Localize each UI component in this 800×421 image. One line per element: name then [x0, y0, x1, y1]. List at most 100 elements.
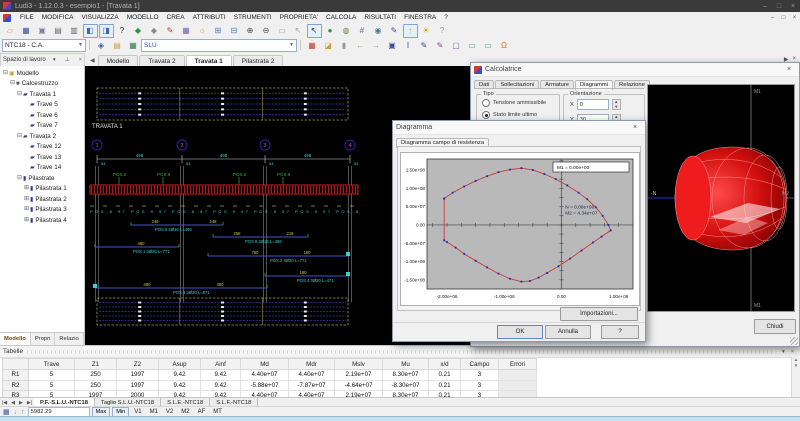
copy-icon[interactable]: ▣: [35, 24, 50, 38]
result-mt-button[interactable]: MT: [210, 409, 225, 415]
x-orientation-field[interactable]: 0: [577, 99, 609, 110]
globe-icon[interactable]: ◉: [371, 24, 386, 38]
tree-item-trave-5[interactable]: ▰Trave 5: [0, 100, 84, 111]
resize-grip[interactable]: [790, 337, 798, 345]
column-gray-icon[interactable]: ▮: [337, 38, 352, 52]
column-header-trave[interactable]: Trave: [29, 359, 75, 370]
menu-risultati[interactable]: RISULTATI: [360, 14, 400, 21]
menu-calcola[interactable]: CALCOLA: [322, 14, 360, 21]
help-button[interactable]: ?: [601, 325, 639, 339]
column-header-x-d[interactable]: x/d: [429, 359, 461, 370]
menu-item[interactable]: ?: [440, 14, 452, 21]
sphere-pattern-icon[interactable]: ◍: [339, 24, 354, 38]
pin-icon[interactable]: ⊥: [63, 57, 72, 63]
diagramma-title-bar[interactable]: Diagramma ×: [393, 121, 645, 135]
column-header-z2[interactable]: Z2: [117, 359, 159, 370]
tree-toggle-icon[interactable]: ⊞: [23, 185, 30, 192]
grid-icon[interactable]: #: [355, 24, 370, 38]
zoom-out-icon[interactable]: ⊖: [259, 24, 274, 38]
column-header-z1[interactable]: Z1: [75, 359, 117, 370]
frame-cyan-icon[interactable]: ▭: [465, 38, 480, 52]
menu-visualizza[interactable]: VISUALIZZA: [78, 14, 123, 21]
column-header-mslv[interactable]: Mslv: [335, 359, 383, 370]
restore-button[interactable]: □: [772, 3, 786, 10]
tree-item-pilastrata-1[interactable]: ⊞▮Pilastrata 1: [0, 184, 84, 195]
mdi-restore-button[interactable]: □: [778, 15, 789, 21]
doc-tab-travata-2[interactable]: Travata 2: [139, 55, 184, 66]
tree-toggle-icon[interactable]: ⊞: [23, 196, 30, 203]
x-spinner[interactable]: ▲▼: [612, 99, 621, 110]
tree-item-modello[interactable]: ⊟▣Modello: [0, 68, 84, 79]
lamp-yellow-icon[interactable]: ☀: [419, 24, 434, 38]
tree-item-travata-1[interactable]: ⊟▰Travata 1: [0, 89, 84, 100]
limit-high-icon[interactable]: ↑: [21, 409, 25, 416]
sheet-nav-icon[interactable]: ◀: [9, 400, 17, 406]
sidebar-tab-relazio[interactable]: Relazio: [55, 333, 83, 345]
close-button[interactable]: ×: [786, 3, 800, 10]
tree-item-trave-12[interactable]: ▰Trave 12: [0, 142, 84, 153]
tree-item-pilastrata-2[interactable]: ⊞▮Pilastrata 2: [0, 194, 84, 205]
print-preview-icon[interactable]: ▥: [67, 24, 82, 38]
frame-cyan-2-icon[interactable]: ▭: [481, 38, 496, 52]
menu-modifica[interactable]: MODIFICA: [38, 14, 78, 21]
pen-purple-icon[interactable]: ✎: [433, 38, 448, 52]
report-table-icon[interactable]: ▦: [126, 38, 141, 52]
column-header-errori[interactable]: Errori: [499, 359, 537, 370]
print-icon[interactable]: ▤: [51, 24, 66, 38]
chevron-down-icon[interactable]: ▾: [51, 57, 58, 63]
menu-modello[interactable]: MODELLO: [123, 14, 163, 21]
notes-icon[interactable]: ▤: [110, 38, 125, 52]
norm-combobox[interactable]: NTC18 - C.A. ▼: [2, 39, 86, 52]
tree-item-pilastrate[interactable]: ⊟▮Pilastrate: [0, 173, 84, 184]
radio-stato-limite-ultimo[interactable]: Stato limite ultimo: [482, 111, 556, 119]
box-blue-icon[interactable]: ▣: [385, 38, 400, 52]
omega-icon[interactable]: Ω: [497, 38, 512, 52]
pane-right-icon[interactable]: ◨: [99, 24, 114, 38]
lamp-icon[interactable]: ☼: [195, 24, 210, 38]
help-select-icon[interactable]: ?: [115, 24, 130, 38]
select-cursor-icon[interactable]: ↖: [307, 24, 322, 38]
remove-node-icon[interactable]: ⊟: [227, 24, 242, 38]
cursor-ibeam-icon[interactable]: I: [401, 38, 416, 52]
table-scrollbar[interactable]: ▲▼: [791, 357, 800, 398]
tree-toggle-icon[interactable]: ⊟: [16, 133, 23, 140]
check-table-icon[interactable]: ▦: [305, 38, 320, 52]
radio-tensione-ammissibile[interactable]: Tensione ammissibile: [482, 99, 556, 107]
close-icon[interactable]: ×: [628, 124, 642, 131]
sphere-green-icon[interactable]: ●: [323, 24, 338, 38]
result-af-button[interactable]: AF: [195, 409, 209, 415]
zoom-in-icon[interactable]: ⊕: [243, 24, 258, 38]
tree-item-trave-13[interactable]: ▰Trave 13: [0, 152, 84, 163]
tree-toggle-icon[interactable]: ⊞: [23, 206, 30, 213]
result-m1-button[interactable]: M1: [147, 409, 161, 415]
tab-scroll-left-icon[interactable]: ◀: [85, 57, 98, 66]
close-icon[interactable]: ×: [782, 66, 796, 73]
menu-file[interactable]: FILE: [16, 14, 38, 21]
tree-toggle-icon[interactable]: ⊟: [16, 91, 23, 98]
tree-toggle-icon[interactable]: ⊟: [9, 80, 16, 87]
results-table[interactable]: TraveZ1Z2AsupAinfMdMdrMslvMux/dCampoErro…: [2, 358, 537, 402]
limit-low-icon[interactable]: ↓: [14, 409, 18, 416]
menu-attributi[interactable]: ATTRIBUTI: [189, 14, 230, 21]
close-icon[interactable]: ×: [788, 349, 797, 355]
column-header-campo[interactable]: Campo: [461, 359, 499, 370]
close-icon[interactable]: ×: [77, 57, 84, 63]
wind-left-icon[interactable]: ←: [353, 38, 368, 52]
result-v1-button[interactable]: V1: [131, 409, 144, 415]
load-case-combobox[interactable]: SLU ▼: [141, 39, 297, 52]
section-table-icon[interactable]: ▦: [179, 24, 194, 38]
ok-button[interactable]: OK: [497, 325, 543, 339]
tree-item-calcestruzzo[interactable]: ⊟■Calcestruzzo: [0, 79, 84, 90]
open-folder-icon[interactable]: ▱: [3, 24, 18, 38]
sheet-nav-icon[interactable]: ▶: [17, 400, 25, 406]
mdi-minimize-button[interactable]: –: [767, 15, 778, 21]
column-header-mu[interactable]: Mu: [383, 359, 429, 370]
wind-right-icon[interactable]: →: [369, 38, 384, 52]
importazioni-button[interactable]: Importazioni...: [560, 307, 638, 321]
doc-tab-travata-1[interactable]: Travata 1: [186, 55, 232, 66]
combine-loads-icon[interactable]: ◈: [94, 38, 109, 52]
tree-toggle-icon[interactable]: ⊟: [2, 70, 9, 77]
doc-tab-pilastrata-2[interactable]: Pilastrata 2: [233, 55, 284, 66]
result-v2-button[interactable]: V2: [163, 409, 176, 415]
sidebar-tab-modello[interactable]: Modello: [0, 333, 31, 345]
